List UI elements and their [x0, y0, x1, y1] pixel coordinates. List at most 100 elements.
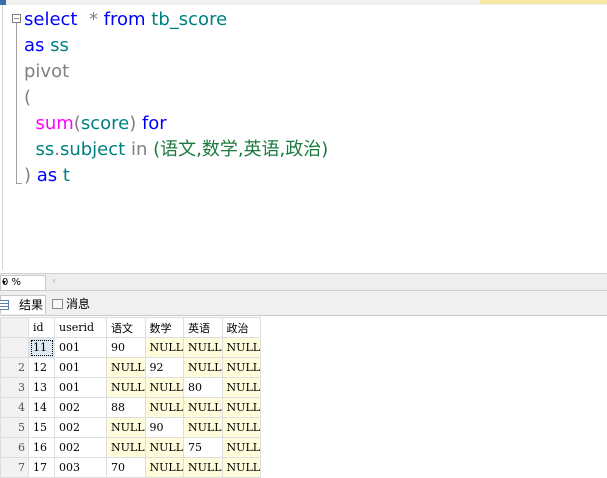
row-number[interactable]: [0, 337, 29, 358]
column-header-userid[interactable]: userid: [54, 317, 107, 338]
table-row[interactable]: 4 14 002 88 NULL NULL NULL: [0, 397, 262, 418]
table-row[interactable]: 7 17 003 70 NULL NULL NULL: [0, 457, 262, 478]
cell-politics[interactable]: NULL: [221, 437, 262, 458]
cell-politics[interactable]: NULL: [221, 337, 262, 358]
row-number[interactable]: 6: [0, 437, 29, 458]
cell-chinese[interactable]: NULL: [106, 357, 146, 378]
cell-math[interactable]: NULL: [144, 337, 185, 358]
table-row[interactable]: 2 12 001 NULL 92 NULL NULL: [0, 357, 262, 378]
results-grid[interactable]: id userid 语文 数学 英语 政治 11 001 90 NULL NULL NUL…: [0, 316, 607, 478]
cell-userid[interactable]: 002: [54, 417, 107, 438]
cell-math[interactable]: NULL: [144, 457, 185, 478]
code-line-5: sum(score) for: [24, 111, 166, 137]
grid-body: 11 001 90 NULL NULL NULL 2 12 001 NULL 92 NULL NULL 3…: [0, 337, 262, 478]
row-number[interactable]: 2: [0, 357, 29, 378]
tab-messages[interactable]: 消息: [48, 295, 104, 314]
keyword: as: [24, 35, 45, 56]
paren: ): [129, 113, 137, 134]
cell-math[interactable]: NULL: [144, 437, 185, 458]
keyword: as: [36, 165, 58, 186]
cell-english[interactable]: NULL: [183, 357, 223, 378]
cell-english[interactable]: 75: [183, 437, 223, 458]
cell-userid[interactable]: 001: [54, 357, 107, 378]
cell-politics[interactable]: NULL: [221, 357, 262, 378]
cell-math[interactable]: 90: [144, 417, 185, 438]
cell-id[interactable]: 14: [28, 397, 55, 418]
cell-chinese[interactable]: NULL: [106, 437, 146, 458]
cell-english[interactable]: 80: [183, 377, 223, 398]
zoom-select[interactable]: 0 % ▾: [0, 275, 46, 291]
cell-politics[interactable]: NULL: [221, 457, 262, 478]
cell-politics[interactable]: NULL: [221, 397, 262, 418]
cell-politics[interactable]: NULL: [221, 377, 262, 398]
cell-id[interactable]: 16: [28, 437, 55, 458]
row-number[interactable]: 4: [0, 397, 29, 418]
identifier: ss: [50, 35, 69, 56]
cell-id[interactable]: 13: [28, 377, 55, 398]
code-line-7: ) as t: [24, 163, 70, 189]
code-line-3: pivot: [24, 59, 69, 85]
collapse-icon[interactable]: −: [12, 14, 21, 23]
column-header-id[interactable]: id: [28, 317, 55, 338]
paren: (: [24, 87, 32, 108]
code-line-4: (: [24, 85, 31, 111]
outline-fold-line: [16, 23, 17, 183]
table-row[interactable]: 3 13 001 NULL NULL 80 NULL: [0, 377, 262, 398]
results-table: id userid 语文 数学 英语 政治 11 001 90 NULL NULL NUL…: [0, 317, 262, 478]
cell-chinese[interactable]: NULL: [106, 417, 146, 438]
value-list: (语文,数学,英语,政治): [153, 139, 329, 160]
cell-chinese[interactable]: 70: [106, 457, 146, 478]
cell-math[interactable]: 92: [144, 357, 185, 378]
cell-politics[interactable]: NULL: [221, 417, 262, 438]
cell-id[interactable]: 11: [28, 337, 55, 358]
table-row[interactable]: 5 15 002 NULL 90 NULL NULL: [0, 417, 262, 438]
code-line-6: ss.subject in (语文,数学,英语,政治): [24, 137, 328, 163]
header-row: id userid 语文 数学 英语 政治: [0, 317, 262, 338]
outline-fold-end: [16, 183, 22, 184]
cell-math[interactable]: NULL: [144, 377, 185, 398]
cell-english[interactable]: NULL: [183, 397, 223, 418]
column-header-english[interactable]: 英语: [183, 317, 223, 338]
table-row[interactable]: 6 16 002 NULL NULL 75 NULL: [0, 437, 262, 458]
cell-userid[interactable]: 002: [54, 437, 107, 458]
column-header-chinese[interactable]: 语文: [106, 317, 146, 338]
column-header-politics[interactable]: 政治: [221, 317, 262, 338]
zoom-bar: 0 % ▾ ‹: [0, 273, 607, 291]
scroll-left-icon[interactable]: ‹: [52, 275, 56, 289]
cell-id[interactable]: 17: [28, 457, 55, 478]
row-number[interactable]: 3: [0, 377, 29, 398]
keyword: pivot: [24, 61, 70, 82]
query-editor[interactable]: − select * from tb_score as ss pivot ( s…: [0, 5, 607, 273]
identifier: score: [80, 113, 130, 134]
paren: ): [24, 165, 32, 186]
chevron-down-icon[interactable]: ▾: [2, 276, 43, 290]
cell-id[interactable]: 15: [28, 417, 55, 438]
info-strip: [480, 0, 607, 4]
identifier: ss: [35, 139, 55, 160]
operator: *: [88, 9, 98, 30]
function: sum: [35, 113, 74, 134]
cell-userid[interactable]: 001: [54, 337, 107, 358]
paren: (: [73, 113, 81, 134]
tab-label: 消息: [66, 297, 91, 311]
column-header-math[interactable]: 数学: [144, 317, 185, 338]
row-number[interactable]: 5: [0, 417, 29, 438]
cell-chinese[interactable]: 88: [106, 397, 146, 418]
cell-chinese[interactable]: 90: [106, 337, 146, 358]
cell-userid[interactable]: 002: [54, 397, 107, 418]
tab-results[interactable]: 结果: [0, 295, 46, 314]
cell-english[interactable]: NULL: [183, 417, 223, 438]
tab-label: 结果: [19, 298, 44, 312]
cell-userid[interactable]: 003: [54, 457, 107, 478]
cell-id[interactable]: 12: [28, 357, 55, 378]
cell-english[interactable]: NULL: [183, 337, 223, 358]
row-number[interactable]: 7: [0, 457, 29, 478]
cell-userid[interactable]: 001: [54, 377, 107, 398]
cell-math[interactable]: NULL: [144, 397, 185, 418]
cell-chinese[interactable]: NULL: [106, 377, 146, 398]
corner-cell[interactable]: [0, 317, 29, 338]
table-row[interactable]: 11 001 90 NULL NULL NULL: [0, 337, 262, 358]
messages-icon: [52, 299, 63, 309]
cell-english[interactable]: NULL: [183, 457, 223, 478]
